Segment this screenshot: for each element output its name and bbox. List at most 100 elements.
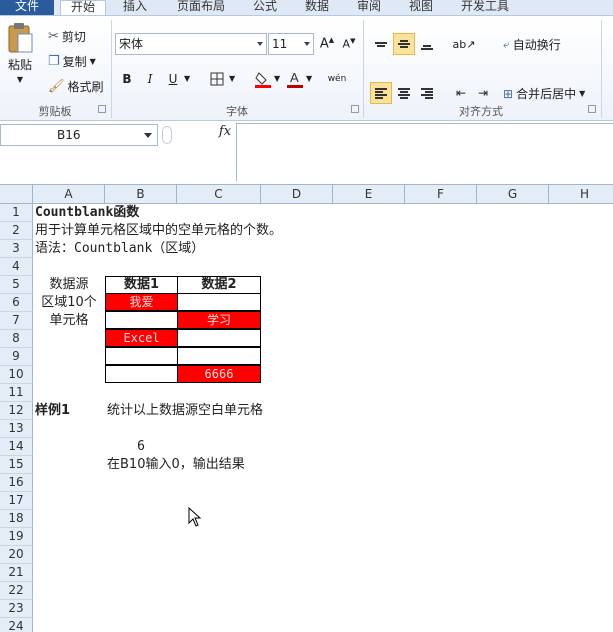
row-header-23[interactable]: 23 [0,600,33,618]
cell-b14[interactable]: 6 [105,438,177,456]
font-size-select[interactable]: 11 [268,33,314,55]
row-header-12[interactable]: 12 [0,402,33,420]
align-bottom-button[interactable] [416,33,438,55]
row-header-11[interactable]: 11 [0,384,33,402]
cell-b10[interactable] [105,365,178,383]
column-header-f[interactable]: F [405,185,477,204]
cell-b9[interactable] [105,347,178,365]
cell-b7[interactable] [105,311,178,329]
column-header-b[interactable]: B [105,185,177,204]
cell-c9[interactable] [177,347,261,365]
phonetic-button[interactable]: wén [326,68,348,90]
increase-font-size-button[interactable]: A▲ [316,33,338,55]
cell-b8[interactable]: Excel [105,329,178,347]
bold-button[interactable]: B [116,68,138,90]
cell-c8[interactable] [177,329,261,347]
chevron-down-icon[interactable]: ▼ [306,74,312,83]
cell-c7[interactable]: 学习 [177,311,261,329]
row-header-4[interactable]: 4 [0,258,33,276]
row-header-17[interactable]: 17 [0,492,33,510]
tab-home[interactable]: 开始 [60,0,106,16]
row-header-10[interactable]: 10 [0,366,33,384]
tab-review[interactable]: 审阅 [346,0,392,15]
row-header-9[interactable]: 9 [0,348,33,366]
align-top-button[interactable] [370,33,392,55]
row-header-8[interactable]: 8 [0,330,33,348]
copy-button[interactable]: ❐ 复制 ▼ [48,53,96,70]
chevron-down-icon[interactable]: ▼ [229,74,235,83]
chevron-down-icon[interactable]: ▼ [274,74,280,83]
column-header-h[interactable]: H [549,185,613,204]
align-center-button[interactable] [393,82,415,104]
row-header-21[interactable]: 21 [0,564,33,582]
paste-button[interactable]: 粘贴 ▼ [6,22,34,84]
underline-button[interactable]: U [162,68,184,90]
tab-data[interactable]: 数据 [294,0,340,15]
cell-b6[interactable]: 我爱 [105,293,178,311]
column-header-c[interactable]: C [177,185,261,204]
row-header-2[interactable]: 2 [0,222,33,240]
column-header-e[interactable]: E [333,185,405,204]
orientation-button[interactable]: ab↗ [450,33,478,55]
cell-a12[interactable]: 样例1 [35,402,70,420]
font-name-select[interactable]: 宋体 [115,33,267,55]
cell-a7[interactable]: 单元格 [33,312,105,330]
cell-c5[interactable]: 数据2 [177,276,261,294]
tab-page-layout[interactable]: 页面布局 [166,0,236,15]
align-right-button[interactable] [416,82,438,104]
cut-button[interactable]: ✂ 剪切 [48,28,86,45]
column-header-a[interactable]: A [33,185,105,204]
decrease-indent-button[interactable]: ⇤ [450,82,472,104]
column-header-g[interactable]: G [477,185,549,204]
select-all-corner[interactable] [0,185,33,204]
merge-center-button[interactable]: ⊞ 合并后居中 ▼ [503,85,585,102]
row-header-13[interactable]: 13 [0,420,33,438]
cell-c6[interactable] [177,293,261,311]
column-header-d[interactable]: D [261,185,333,204]
tab-insert[interactable]: 插入 [112,0,158,15]
tab-file[interactable]: 文件 [0,0,54,15]
fill-color-button[interactable] [252,68,274,90]
row-header-7[interactable]: 7 [0,312,33,330]
cell-a2[interactable]: 用于计算单元格区域中的空单元格的个数。 [35,222,282,240]
row-header-16[interactable]: 16 [0,474,33,492]
borders-button[interactable] [206,68,228,90]
tab-view[interactable]: 视图 [398,0,444,15]
italic-button[interactable]: I [139,68,161,90]
formula-input[interactable] [236,123,613,181]
cell-a6[interactable]: 区域10个 [33,294,105,312]
row-header-6[interactable]: 6 [0,294,33,312]
row-header-1[interactable]: 1 [0,204,33,222]
cell-a3[interactable]: 语法：Countblank（区域） [35,240,204,258]
row-header-3[interactable]: 3 [0,240,33,258]
clipboard-launcher-icon[interactable] [98,105,106,113]
decrease-font-size-button[interactable]: A▼ [338,33,360,55]
insert-function-button[interactable]: fx [214,124,236,144]
wrap-text-button[interactable]: ⤶ 自动换行 [503,36,561,53]
row-header-5[interactable]: 5 [0,276,33,294]
row-header-19[interactable]: 19 [0,528,33,546]
tab-developer[interactable]: 开发工具 [450,0,520,15]
row-header-20[interactable]: 20 [0,546,33,564]
cell-a5[interactable]: 数据源 [33,276,105,294]
row-header-14[interactable]: 14 [0,438,33,456]
cell-b12[interactable]: 统计以上数据源空白单元格 [107,402,263,420]
cell-c10[interactable]: 6666 [177,365,261,383]
name-box[interactable]: B16 [0,124,158,146]
cell-a1[interactable]: Countblank函数 [35,204,139,222]
cell-b5[interactable]: 数据1 [105,276,178,294]
row-header-18[interactable]: 18 [0,510,33,528]
alignment-launcher-icon[interactable] [588,105,596,113]
cell-area[interactable]: Countblank函数 用于计算单元格区域中的空单元格的个数。 语法：Coun… [33,204,613,632]
align-middle-button[interactable] [393,33,415,55]
row-header-24[interactable]: 24 [0,618,33,632]
increase-indent-button[interactable]: ⇥ [472,82,494,104]
splitter-handle[interactable] [162,126,172,144]
font-color-button[interactable]: A [284,68,306,90]
row-header-22[interactable]: 22 [0,582,33,600]
tab-formulas[interactable]: 公式 [242,0,288,15]
format-painter-button[interactable]: 🖌 格式刷 [48,78,104,95]
align-left-button[interactable] [370,82,392,104]
row-header-15[interactable]: 15 [0,456,33,474]
chevron-down-icon[interactable]: ▼ [184,74,190,83]
